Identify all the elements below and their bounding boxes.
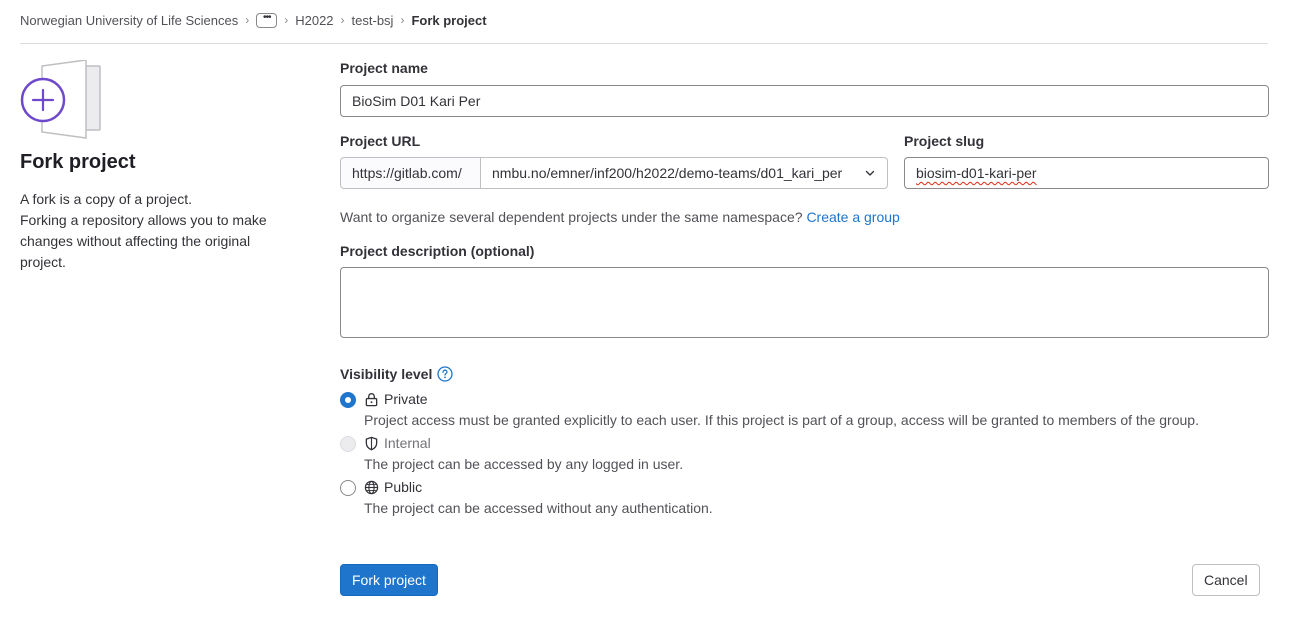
lock-icon [365,392,378,406]
visibility-option-internal[interactable]: Internal [364,435,431,451]
shield-icon [365,436,378,450]
visibility-option-private[interactable]: Private [364,391,428,407]
breadcrumb-more-button[interactable]: ••• [256,12,278,28]
visibility-internal-desc: The project can be accessed by any logge… [364,456,684,472]
breadcrumb-item-university[interactable]: Norwegian University of Life Sciences [20,13,238,28]
chevron-right-icon: › [284,13,289,27]
group-help-text: Want to organize several dependent proje… [340,209,900,225]
fork-project-button[interactable]: Fork project [340,564,438,596]
namespace-select[interactable]: nmbu.no/emner/inf200/h2022/demo-teams/d0… [481,157,888,189]
sidebar-description: A fork is a copy of a project. Forking a… [20,191,267,270]
visibility-label: Visibility level [340,366,454,382]
create-group-link[interactable]: Create a group [806,209,899,225]
chevron-down-icon [865,170,875,176]
breadcrumb-item-h2022[interactable]: H2022 [295,13,333,28]
chevron-right-icon: › [340,13,345,27]
visibility-public-title: Public [384,479,423,495]
breadcrumb: Norwegian University of Life Sciences › … [20,0,487,40]
breadcrumb-item-test-bsj[interactable]: test-bsj [352,13,394,28]
url-prefix: https://gitlab.com/ [340,157,481,189]
sidebar-title: Fork project [20,151,136,173]
visibility-public-desc: The project can be accessed without any … [364,500,713,516]
fork-illustration-icon [20,59,102,140]
project-slug-label: Project slug [904,133,985,149]
globe-icon [364,480,379,494]
project-description-textarea[interactable] [340,267,1269,338]
chevron-right-icon: › [400,13,405,27]
visibility-label-text: Visibility level [340,366,433,382]
visibility-private-desc: Project access must be granted explicitl… [364,412,1199,428]
namespace-value: nmbu.no/emner/inf200/h2022/demo-teams/d0… [492,165,843,181]
project-slug-input[interactable]: biosim-d01-kari-per [904,157,1269,189]
visibility-radio-public[interactable] [340,480,356,496]
breadcrumb-current: Fork project [411,12,487,28]
sidebar: Fork project A fork is a copy of a proje… [20,59,290,273]
project-name-value: BioSim D01 Kari Per [352,93,481,109]
cancel-button[interactable]: Cancel [1192,564,1260,596]
project-name-label: Project name [340,60,428,76]
visibility-private-title: Private [384,391,428,407]
visibility-internal-title: Internal [384,435,431,451]
project-url-label: Project URL [340,133,421,149]
group-help-label: Want to organize several dependent proje… [340,209,803,225]
project-slug-value: biosim-d01-kari-per [916,165,1037,181]
header-divider [20,43,1268,44]
visibility-radio-private[interactable] [340,392,356,408]
project-name-input[interactable]: BioSim D01 Kari Per [340,85,1269,117]
visibility-radio-internal[interactable] [340,436,356,452]
project-description-label: Project description (optional) [340,243,535,259]
visibility-option-public[interactable]: Public [364,479,422,495]
chevron-right-icon: › [245,13,250,27]
question-circle-icon[interactable] [437,366,454,382]
